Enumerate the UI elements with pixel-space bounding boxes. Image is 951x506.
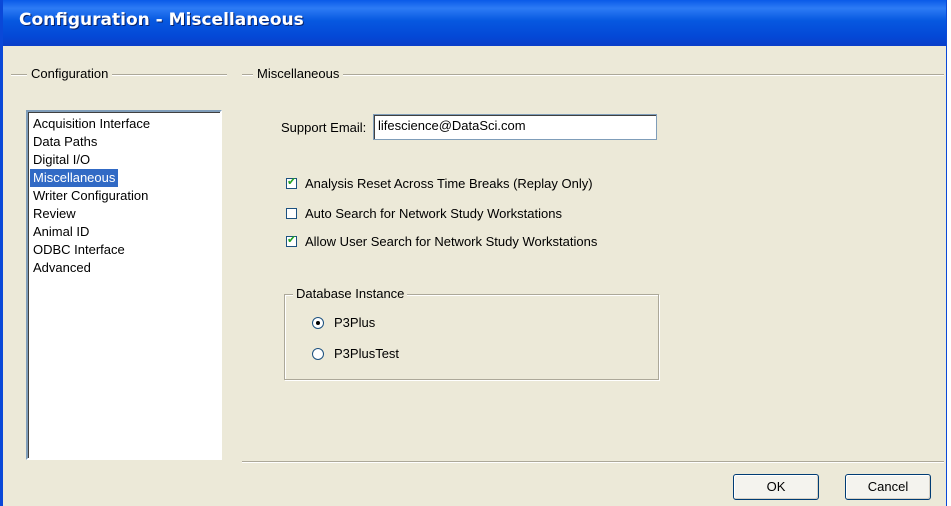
cancel-button[interactable]: Cancel: [845, 474, 931, 500]
allow-user-search-label: Allow User Search for Network Study Work…: [305, 234, 598, 249]
ok-button[interactable]: OK: [733, 474, 819, 500]
p3plus-option[interactable]: P3Plus: [312, 315, 375, 330]
auto-search-option[interactable]: Auto Search for Network Study Workstatio…: [286, 206, 562, 221]
list-item-acquisition-interface[interactable]: Acquisition Interface: [30, 115, 218, 133]
database-instance-group: Database Instance P3Plus P3PlusTest: [284, 286, 659, 380]
auto-search-checkbox[interactable]: [286, 208, 297, 219]
support-email-label: Support Email:: [281, 120, 367, 135]
configuration-group-label: Configuration: [27, 66, 113, 81]
support-email-field[interactable]: lifescience@DataSci.com: [373, 114, 657, 140]
allow-user-search-option[interactable]: Allow User Search for Network Study Work…: [286, 233, 598, 249]
list-item-advanced[interactable]: Advanced: [30, 259, 218, 277]
configuration-dialog: Configuration - Miscellaneous Configurat…: [0, 0, 947, 506]
window-title: Configuration - Miscellaneous: [19, 10, 304, 30]
analysis-reset-label: Analysis Reset Across Time Breaks (Repla…: [305, 176, 593, 191]
p3plustest-option[interactable]: P3PlusTest: [312, 346, 399, 361]
analysis-reset-option[interactable]: Analysis Reset Across Time Breaks (Repla…: [286, 175, 593, 191]
database-instance-label: Database Instance: [293, 286, 408, 301]
list-item-writer-configuration[interactable]: Writer Configuration: [30, 187, 218, 205]
list-item-miscellaneous[interactable]: Miscellaneous: [30, 169, 218, 187]
analysis-reset-checkbox[interactable]: [286, 175, 297, 189]
list-item-digital-io[interactable]: Digital I/O: [30, 151, 218, 169]
list-item-odbc-interface[interactable]: ODBC Interface: [30, 241, 218, 259]
title-bar[interactable]: Configuration - Miscellaneous: [3, 0, 946, 46]
category-listbox[interactable]: Acquisition Interface Data Paths Digital…: [26, 110, 222, 460]
auto-search-label: Auto Search for Network Study Workstatio…: [305, 206, 562, 221]
p3plus-radio[interactable]: [312, 316, 324, 329]
allow-user-search-checkbox[interactable]: [286, 233, 297, 247]
miscellaneous-group-label: Miscellaneous: [253, 66, 344, 81]
list-item-data-paths[interactable]: Data Paths: [30, 133, 218, 151]
p3plus-label: P3Plus: [334, 315, 376, 330]
p3plustest-label: P3PlusTest: [334, 346, 400, 361]
list-item-animal-id[interactable]: Animal ID: [30, 223, 218, 241]
list-item-review[interactable]: Review: [30, 205, 218, 223]
miscellaneous-group-line: [242, 74, 944, 76]
p3plustest-radio[interactable]: [312, 347, 324, 360]
bottom-separator: [242, 461, 944, 463]
